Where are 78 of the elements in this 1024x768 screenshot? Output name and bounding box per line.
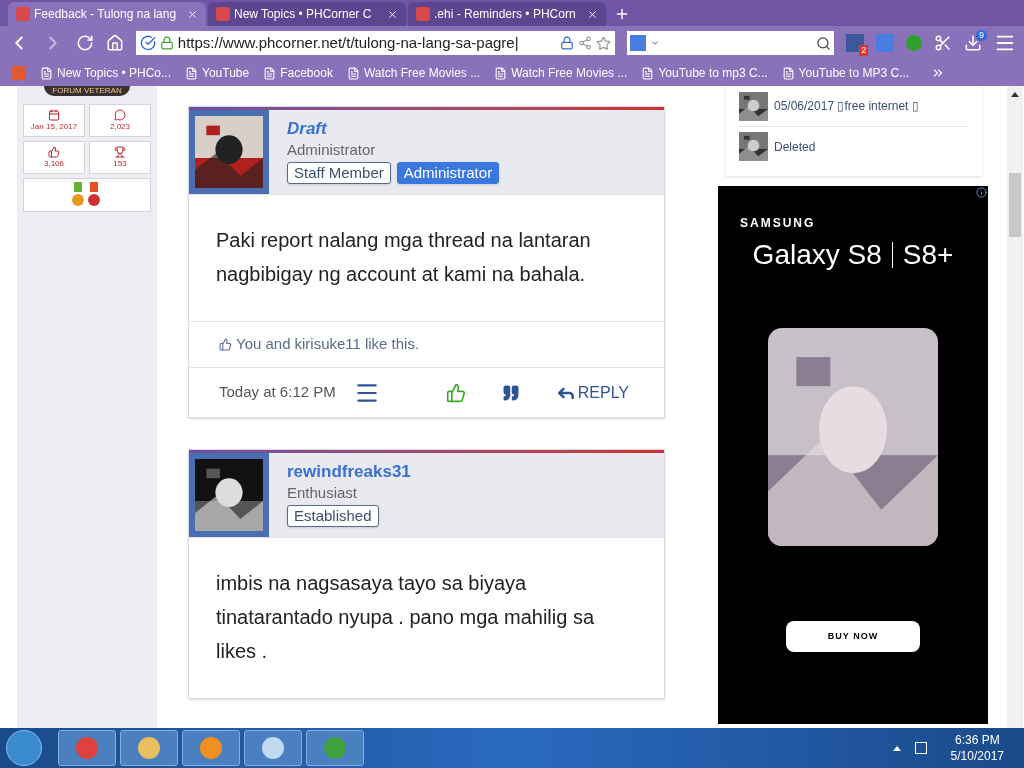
tray-arrow-icon[interactable]	[892, 745, 901, 751]
thumbs-up-icon[interactable]	[445, 382, 466, 403]
caret-icon[interactable]	[649, 38, 660, 48]
share-icon[interactable]	[577, 36, 592, 50]
likes-text: You and	[236, 334, 291, 355]
thumbs-up-icon	[48, 145, 60, 158]
author-name[interactable]: rewindfreaks31	[287, 461, 411, 483]
taskbar-app[interactable]	[120, 730, 178, 766]
stat-tile: 153	[89, 141, 151, 174]
scrollbar[interactable]	[1007, 86, 1023, 728]
lock-icon[interactable]	[159, 36, 174, 50]
start-button[interactable]	[6, 730, 42, 766]
calendar-icon	[48, 108, 60, 121]
browser-tab[interactable]: .ehi - Reminders • PHCorn	[408, 2, 606, 26]
user-title: Administrator	[287, 140, 376, 160]
user-link[interactable]: kirisuke11	[294, 333, 361, 356]
bookmark-link[interactable]: New Topics • PHCo...	[40, 64, 172, 82]
page-icon	[781, 66, 795, 80]
search-field[interactable]	[626, 31, 835, 55]
browser-tab[interactable]: Feedback - Tulong na lang	[8, 2, 206, 26]
role-badge: Staff Member	[287, 162, 391, 184]
notification-badge: 9	[976, 30, 988, 41]
lock-icon[interactable]	[559, 36, 574, 50]
stat-tile: 3,106	[23, 141, 85, 174]
rank-banner: FORUM VETERAN	[44, 86, 130, 96]
bookmark-link[interactable]: YouTube to MP3 C...	[781, 64, 910, 82]
trophy-icon	[114, 145, 126, 158]
role-badge: Administrator	[396, 162, 500, 184]
star-icon[interactable]	[595, 35, 611, 51]
page-icon	[185, 66, 199, 80]
clock-date[interactable]: 5/10/2017	[950, 748, 1004, 764]
bookmark-link[interactable]: YouTube to mp3 C...	[641, 64, 768, 82]
verified-icon[interactable]	[139, 35, 156, 51]
clock-time[interactable]: 6:36 PM	[954, 732, 1000, 748]
post-body: imbis na nagsasaya tayo sa biyaya tinatarantado nyupa . pano mga mahilig sa likes .	[216, 571, 596, 664]
reply-button[interactable]: REPLY	[555, 380, 629, 405]
speech-bubble-icon	[114, 108, 126, 121]
bookmark-link[interactable]: YouTube	[185, 64, 250, 82]
page-icon	[641, 66, 655, 80]
info-icon[interactable]	[976, 187, 987, 198]
address-bar[interactable]: https://www.phcorner.net/t/tulong-na-lang-sa-pagre|	[135, 31, 615, 55]
bookmark-link[interactable]: Watch Free Movies ...	[494, 64, 628, 82]
likes-text: like this.	[364, 334, 420, 355]
page-icon	[263, 66, 277, 80]
buy-now-button[interactable]: BUY NOW	[786, 621, 920, 652]
page-icon	[40, 66, 53, 80]
browser-tab[interactable]: New Topics • PHCorner C	[208, 2, 406, 26]
taskbar-app[interactable]	[58, 730, 116, 766]
home-icon[interactable]	[105, 34, 124, 52]
search-icon[interactable]	[816, 35, 832, 51]
stat-tile: 2,023	[89, 104, 151, 137]
ad-headline: Galaxy S8	[752, 238, 882, 272]
close-icon[interactable]	[587, 8, 598, 20]
page-icon	[346, 66, 360, 80]
role-badge: Established	[287, 505, 379, 527]
sidebar-item[interactable]: 05/06/2017 ▯free internet ▯	[774, 97, 919, 115]
page-icon	[494, 66, 508, 80]
close-icon[interactable]	[187, 8, 198, 20]
bookmark-link[interactable]: Facebook	[263, 64, 333, 82]
post-body: Paki report nalang mga thread na lantaran nagbibigay ng account at kami na bahala.	[216, 228, 592, 287]
quote-icon[interactable]	[501, 383, 520, 402]
new-tab-icon[interactable]	[614, 6, 630, 22]
download-icon[interactable]	[964, 34, 983, 52]
close-icon[interactable]	[387, 8, 398, 20]
user-title: Enthusiast	[287, 483, 358, 503]
post-time: Today at 6:12 PM	[219, 382, 336, 403]
thumbs-up-icon	[219, 338, 232, 351]
author-name[interactable]: Draft	[287, 118, 327, 140]
advertisement[interactable]: SAMSUNG Galaxy S8 S8+ BUY NOW	[718, 186, 988, 724]
taskbar-app[interactable]	[244, 730, 302, 766]
sidebar-item[interactable]: Deleted	[774, 137, 816, 156]
brand-logo: SAMSUNG	[740, 215, 816, 232]
notification-badge: 2	[859, 45, 869, 56]
stat-tile: Jan 15, 2017	[23, 104, 85, 137]
reload-icon[interactable]	[75, 34, 94, 52]
scissors-icon[interactable]	[934, 34, 953, 52]
bookmark-link[interactable]: Watch Free Movies ...	[346, 64, 481, 82]
ad-headline: S8+	[902, 238, 954, 272]
